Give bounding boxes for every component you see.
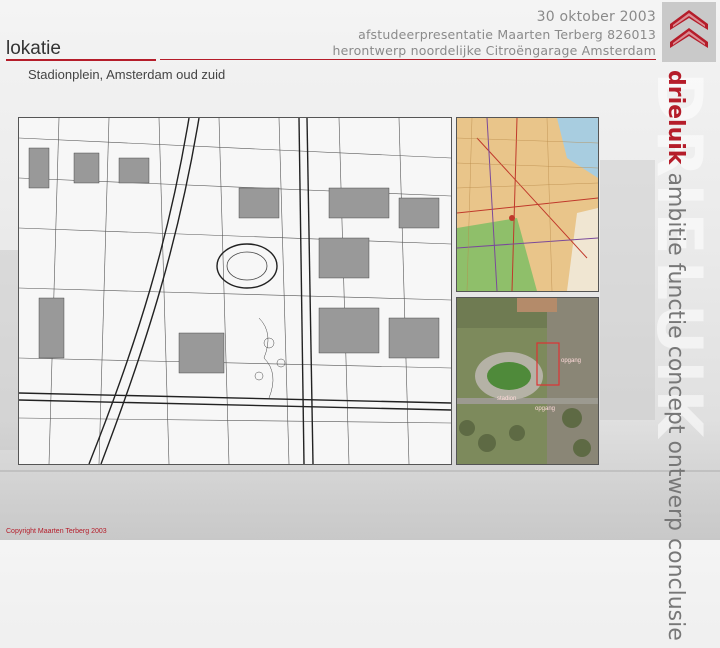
nav-item-concept[interactable]: concept <box>663 346 688 434</box>
side-watermark: DRIELUIK <box>643 72 716 444</box>
slide-subtitle: Stadionplein, Amsterdam oud zuid <box>28 67 226 82</box>
header-date: 30 oktober 2003 <box>536 9 656 25</box>
slide-title: lokatie <box>6 38 61 59</box>
citroen-logo-icon <box>662 2 716 62</box>
nav-item-drieluik[interactable]: drieluik <box>663 70 688 164</box>
nav-item-conclusie[interactable]: conclusie <box>663 538 688 641</box>
title-underline <box>6 59 156 61</box>
header-rule <box>160 59 656 60</box>
site-plan-map <box>18 117 452 465</box>
city-overview-map <box>456 117 599 292</box>
nav-item-ontwerp[interactable]: ontwerp <box>663 440 688 531</box>
nav-item-ambitie[interactable]: ambitie <box>663 172 688 255</box>
aerial-label-stadion: stadion <box>497 396 517 402</box>
header-presentation: afstudeerpresentatie Maarten Terberg 826… <box>358 27 656 42</box>
copyright-text: Copyright Maarten Terberg 2003 <box>6 528 107 535</box>
aerial-label-opgang-1: opgang <box>561 358 582 364</box>
aerial-label-opgang-2: opgang <box>535 406 556 412</box>
nav-item-functie[interactable]: functie <box>663 263 688 339</box>
aerial-photo: opgang stadion opgang <box>456 297 599 465</box>
side-nav: drieluik ambitie functie concept ontwerp conc… <box>663 70 689 641</box>
header-project: herontwerp noordelijke Citroëngarage Ams… <box>332 43 656 58</box>
